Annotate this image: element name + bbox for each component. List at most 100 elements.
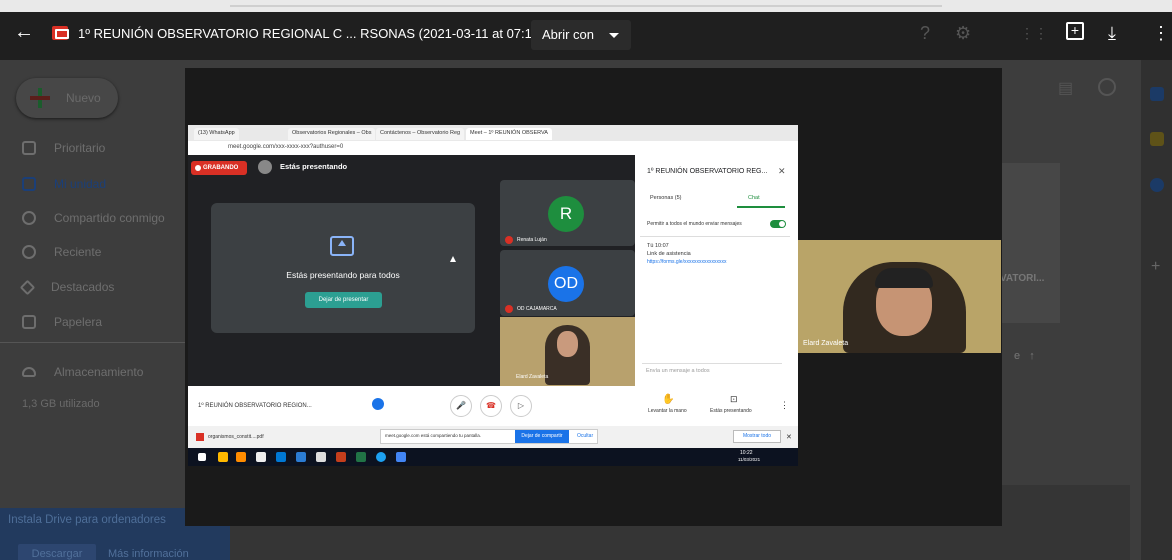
chat-link: https://forms.gle/xxxxxxxxxxxxxxxxx [647,259,727,265]
file-name: 1º REUNIÓN OBSERVATORIO REGIONAL C ... R… [78,26,587,41]
hang-up-icon: ☎ [480,395,502,417]
sidebar-item-shared[interactable]: Compartido conmigo [22,206,165,230]
presenting-control-label: Estás presentando [710,408,752,414]
taskbar-date: 11/03/2021 [738,457,761,462]
chat-tab-indicator [737,206,785,208]
taskbar-app-icon [218,452,228,462]
chat-input-placeholder: Envía un mensaje a todos [646,368,710,374]
show-all-button: Mostrar todo [733,430,781,443]
presenting-all-text: Estás presentando para todos [286,270,400,280]
list-view-icon[interactable]: ▤ [1058,78,1073,98]
sidebar-item-label: Mi unidad [54,177,107,191]
sidebar-item-priority[interactable]: Prioritario [22,136,105,160]
chat-divider [640,236,790,237]
chat-tab: Chat [748,195,760,201]
chat-message: Link de asistencia [647,251,691,257]
settings-icon: ⚙ [955,23,972,43]
sidebar-item-label: Reciente [54,245,102,259]
taskbar-app-icon [316,452,326,462]
download-button[interactable]: Descargar [18,544,96,560]
taskbar-app-icon [396,452,406,462]
video-file-icon [52,26,69,40]
raise-hand-icon: ✋ [662,394,675,405]
present-screen-icon [330,236,354,256]
chat-panel [635,155,798,386]
help-icon: ? [920,23,931,43]
sidebar-divider [0,342,185,343]
taskbar-app-icon [356,452,366,462]
windows-start-icon [198,453,206,461]
allow-messages-toggle [770,220,786,228]
self-person [545,325,590,385]
sidebar-item-my-drive[interactable]: Mi unidad [22,172,106,196]
participant-name: Renata Luján [517,237,547,243]
recording-badge: GRABANDO [191,161,247,175]
storage-used: 1,3 GB utilizado [22,398,100,410]
open-with-button[interactable]: Abrir con [531,20,631,50]
sort-arrow-icon[interactable]: e ↑ [1014,350,1035,362]
plus-icon [30,88,50,108]
hide-link: Ocultar [577,433,594,439]
mouse-cursor-icon [450,256,456,262]
sidebar-item-label: Destacados [51,280,115,294]
open-with-label: Abrir con [542,27,595,42]
taskbar-app-icon [376,452,386,462]
sidebar-item-label: Prioritario [54,141,106,155]
file-card-title: VATORI... [1000,273,1045,284]
screen: Nuevo Prioritario Mi unidad Compartido c… [0,0,1172,560]
raise-hand-label: Levantar la mano [648,408,687,414]
back-arrow-icon[interactable]: ← [14,22,34,42]
info-icon[interactable] [1098,78,1116,96]
sidebar-item-storage[interactable]: Almacenamiento [22,360,143,384]
allow-messages-label: Permitir a todos el mundo enviar mensaje… [647,221,742,227]
mic-off-icon [505,236,513,244]
speaker-person [843,262,966,353]
taskbar-time: 10:22 [740,450,753,456]
keep-icon[interactable] [1150,132,1164,146]
browser-tab: (13) WhatsApp [194,128,239,140]
sidebar-item-starred[interactable]: Destacados [19,275,115,299]
side-panel: + [1141,60,1172,560]
new-button[interactable]: Nuevo [16,78,118,118]
browser-tab: Meet – 1º REUNIÓN OBSERVA [466,128,552,140]
download-file-name: organismos_constit....pdf [208,434,264,440]
taskbar-app-icon [276,452,286,462]
sidebar-item-trash[interactable]: Papelera [22,310,102,334]
sidebar-item-label: Almacenamiento [54,365,144,379]
meeting-title: 1º REUNIÓN OBSERVATORIO REGION... [198,403,312,409]
sidebar-item-recent[interactable]: Reciente [22,240,101,264]
close-icon: ✕ [786,434,792,441]
chat-title: 1º REUNIÓN OBSERVATORIO REG... [647,168,768,175]
sidebar-item-label: Papelera [54,315,103,329]
sidebar-item-label: Compartido conmigo [54,211,165,225]
browser-url: meet.google.com/xxx-xxxx-xxx?authuser=0 [228,144,344,150]
browser-urlbar: meet.google.com/xxx-xxxx-xxx?authuser=0 [188,141,798,155]
pdf-icon [196,433,204,441]
people-icon [22,211,36,225]
install-title: Instala Drive para ordenadores [8,514,166,526]
participant-name: OD CAJAMARCA [517,306,557,312]
camera-icon: ▷ [510,395,532,417]
more-options-icon[interactable]: ⋮ [1152,23,1170,43]
chat-sender: Tú 10:07 [647,243,669,249]
self-name: Elard Zavaleta [516,374,549,380]
meet-controls: 1º REUNIÓN OBSERVATORIO REGION... 🎤 ☎ ▷ … [188,386,798,426]
participant-avatar: OD [548,266,584,302]
more-info-link[interactable]: Más información [108,544,189,560]
share-notice-text: meet.google.com está compartiendo tu pan… [385,433,482,438]
file-card[interactable]: VATORI... [1000,163,1060,323]
calendar-icon[interactable] [1150,87,1164,101]
clock-icon [22,245,36,259]
taskbar-app-icon [336,452,346,462]
add-to-drive-icon[interactable]: + [1066,22,1084,40]
stop-sharing-button: Dejar de compartir [515,430,569,443]
browser-tab: Contáctenos – Observatorio Reg [376,128,465,140]
trash-icon [22,315,36,329]
more-icon: ⋮ [780,400,789,410]
download-icon[interactable]: ⤓ [1108,23,1116,43]
add-icon[interactable]: + [1151,258,1160,276]
tasks-icon[interactable] [1150,178,1164,192]
browser-tab: Observatorios Regionales – Obs [288,128,376,140]
mic-off-icon [505,305,513,313]
presenter-avatar [258,160,272,174]
